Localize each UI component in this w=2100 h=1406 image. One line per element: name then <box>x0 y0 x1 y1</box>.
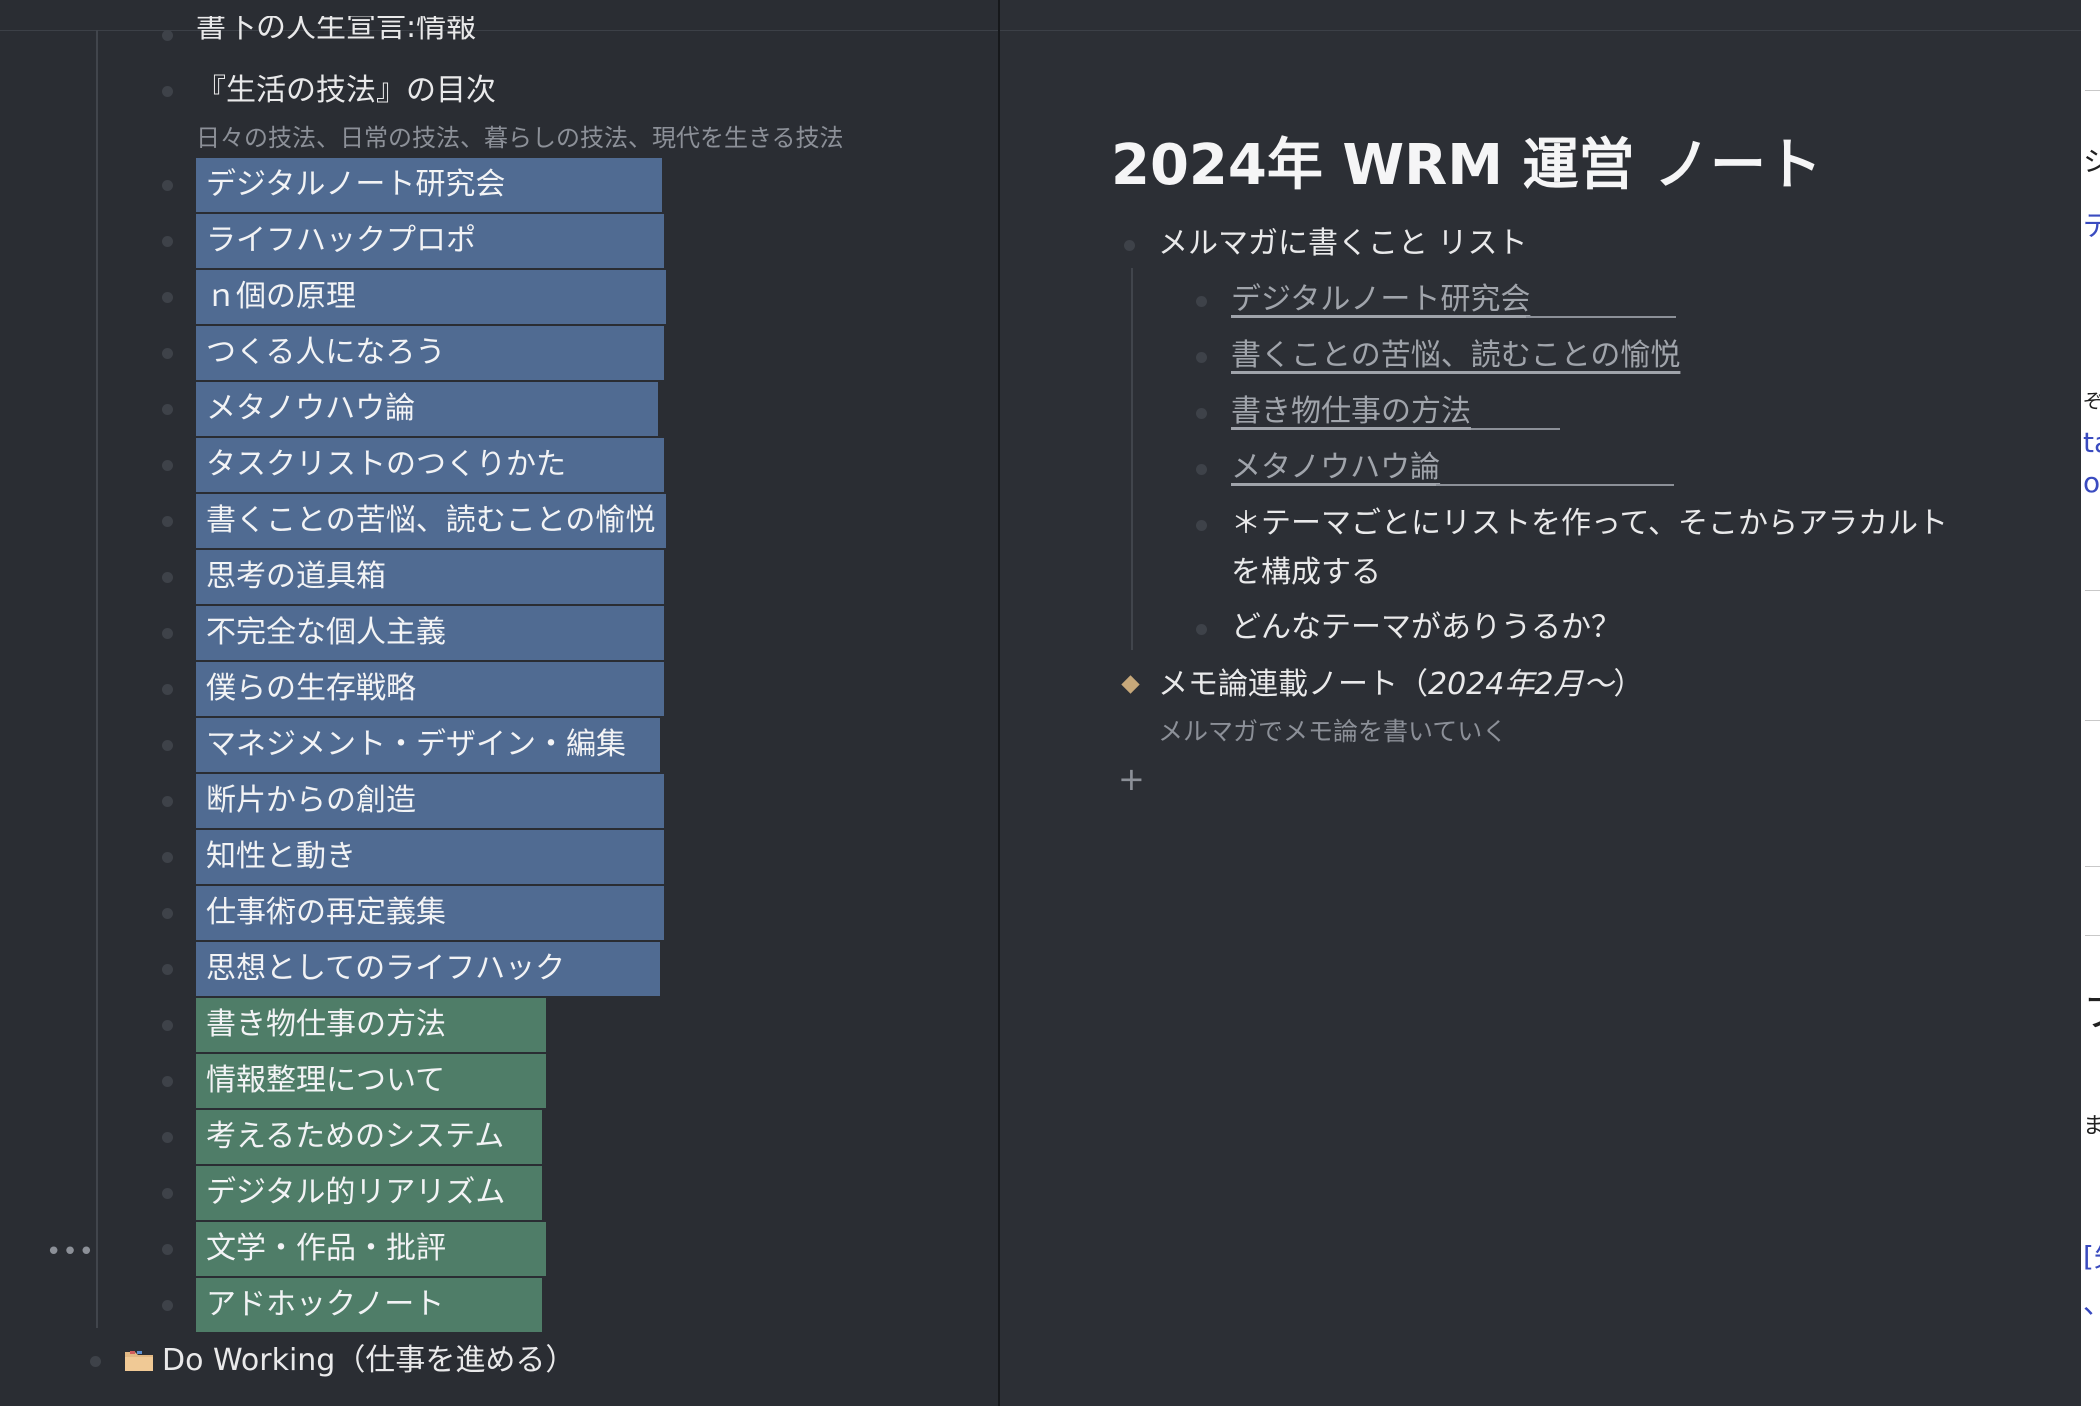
outline-item-memo-series[interactable]: メモ論連載ノート（2024年2月〜） <box>1158 665 1643 705</box>
bullet[interactable] <box>162 86 173 97</box>
link-writing-reading[interactable]: 書くことの苦悩、読むことの愉悦 <box>1231 336 1680 376</box>
link-underline <box>1526 316 1676 318</box>
memo-title-close: ） <box>1613 667 1644 702</box>
bullet[interactable] <box>162 572 173 583</box>
outline-item-tile[interactable]: マネジメント・デザイン・編集 <box>196 718 660 772</box>
outline-item-theme-cont: を構成する <box>1231 555 1381 590</box>
bullet[interactable] <box>162 1244 173 1255</box>
outline-item-mailmag-list[interactable]: メルマガに書くこと リスト <box>1158 224 1528 264</box>
outline-item-tile[interactable]: つくる人になろう <box>196 326 664 380</box>
outline-item-note: 日々の技法、日常の技法、暮らしの技法、現代を生きる技法 <box>196 124 844 152</box>
link-writing-work[interactable]: 書き物仕事の方法 <box>1231 392 1471 432</box>
outline-item-tile[interactable]: 仕事術の再定義集 <box>196 886 664 940</box>
bullet[interactable] <box>1196 520 1207 531</box>
bullet[interactable] <box>162 908 173 919</box>
bullet[interactable] <box>90 1356 101 1367</box>
outline-item-tile[interactable]: デジタルノート研究会 <box>196 158 662 212</box>
bullet[interactable] <box>162 404 173 415</box>
link-meta-knowhow[interactable]: メタノウハウ論 <box>1231 448 1440 488</box>
outline-item-toc[interactable]: 『生活の技法』の目次 <box>196 71 496 111</box>
bullet[interactable] <box>162 1076 173 1087</box>
folder-icon <box>125 1351 153 1371</box>
outline-item-tile[interactable]: タスクリストのつくりかた <box>196 438 664 492</box>
outline-item-tile[interactable]: 思考の道具箱 <box>196 550 664 604</box>
bullet[interactable] <box>1196 352 1207 363</box>
outline-item-question[interactable]: どんなテーマがありうるか？ <box>1231 608 1621 648</box>
outline-item-tile[interactable]: 断片からの創造 <box>196 774 664 828</box>
outline-item-do-working[interactable]: Do Working（仕事を進める） <box>162 1341 575 1381</box>
bullet[interactable] <box>162 740 173 751</box>
adjacent-pane-edge[interactable]: シ デ ぞ ta o5 フ ま [矢 、 <box>2081 0 2100 1406</box>
bullet[interactable] <box>162 460 173 471</box>
bullet[interactable] <box>162 852 173 863</box>
outline-item-tile[interactable]: 書き物仕事の方法 <box>196 998 546 1052</box>
bullet[interactable] <box>162 30 173 41</box>
bullet[interactable] <box>162 1132 173 1143</box>
bullet[interactable] <box>162 292 173 303</box>
page-title[interactable]: 2024年 WRM 運営 ノート <box>1111 120 1822 201</box>
bullet[interactable] <box>162 796 173 807</box>
bullet[interactable] <box>162 516 173 527</box>
bullet[interactable] <box>162 1188 173 1199</box>
bullet[interactable] <box>162 348 173 359</box>
bullet[interactable] <box>162 180 173 191</box>
outline-item-tile[interactable]: アドホックノート <box>196 1278 542 1332</box>
memo-title-date: 2024年2月〜 <box>1428 667 1614 702</box>
memo-title: メモ論連載ノート（ <box>1158 667 1428 702</box>
outline-guide-line <box>1131 268 1133 650</box>
add-item-button[interactable]: + <box>1118 760 1145 798</box>
bullet[interactable] <box>162 1020 173 1031</box>
more-options-icon[interactable]: ••• <box>46 1237 95 1267</box>
outline-item-cut[interactable]: 書下の人生宣言:情報 <box>196 16 476 40</box>
link-underline <box>1436 484 1674 486</box>
bullet[interactable] <box>1196 624 1207 635</box>
outline-item-tile[interactable]: 考えるためのシステム <box>196 1110 542 1164</box>
outline-item-tile[interactable]: 不完全な個人主義 <box>196 606 664 660</box>
outline-item-tile[interactable]: 思想としてのライフハック <box>196 942 660 996</box>
outline-guide-line <box>96 30 98 1328</box>
outline-item-tile[interactable]: 僕らの生存戦略 <box>196 662 664 716</box>
outline-item-tile[interactable]: 文学・作品・批評 <box>196 1222 546 1276</box>
bullet[interactable] <box>162 236 173 247</box>
top-divider <box>0 30 998 31</box>
bullet[interactable] <box>1196 296 1207 307</box>
bullet[interactable] <box>162 964 173 975</box>
outline-item-note: メルマガでメモ論を書いていく <box>1158 717 1508 746</box>
bullet[interactable] <box>1196 408 1207 419</box>
link-underline <box>1471 428 1560 430</box>
outline-item-tile[interactable]: 書くことの苦悩、読むことの愉悦 <box>196 494 666 548</box>
bullet[interactable] <box>162 1300 173 1311</box>
outline-item-tile[interactable]: デジタル的リアリズム <box>196 1166 542 1220</box>
outline-item-tile[interactable]: ｎ個の原理 <box>196 270 666 324</box>
outline-item-theme[interactable]: ＊テーマごとにリストを作って、そこからアラカルト <box>1231 504 1948 544</box>
top-divider <box>1000 30 2081 31</box>
bullet[interactable] <box>162 684 173 695</box>
bullet[interactable] <box>1124 240 1135 251</box>
outline-item-tile[interactable]: ライフハックプロポ <box>196 214 664 268</box>
outline-item-tile[interactable]: 情報整理について <box>196 1054 546 1108</box>
outline-item-tile[interactable]: メタノウハウ論 <box>196 382 658 436</box>
outline-item-tile[interactable]: 知性と動き <box>196 830 664 884</box>
link-digital-note[interactable]: デジタルノート研究会 <box>1231 280 1530 320</box>
bullet[interactable] <box>162 628 173 639</box>
bullet[interactable] <box>1196 464 1207 475</box>
